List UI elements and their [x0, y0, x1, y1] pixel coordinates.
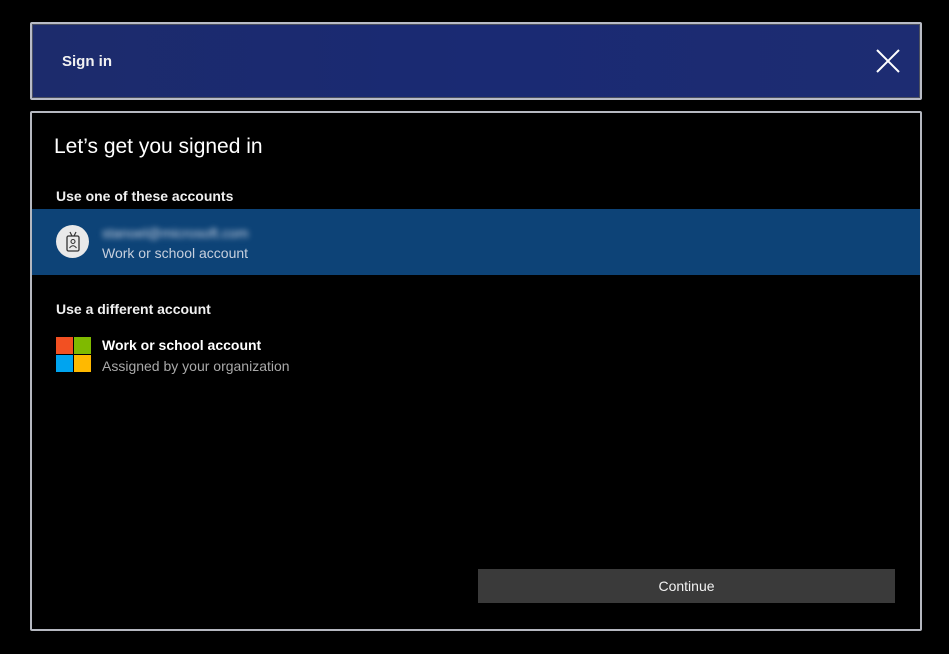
close-button[interactable] — [874, 47, 902, 75]
page-heading: Let’s get you signed in — [54, 135, 263, 158]
continue-button[interactable]: Continue — [478, 569, 895, 603]
avatar — [56, 225, 89, 258]
account-type: Work or school account — [102, 245, 249, 261]
microsoft-logo-icon — [56, 337, 91, 372]
existing-account-item[interactable]: stanoel@microsoft.com Work or school acc… — [32, 209, 920, 275]
sign-in-panel: Let’s get you signed in Use one of these… — [30, 111, 922, 631]
existing-accounts-label: Use one of these accounts — [56, 188, 234, 204]
window-title: Sign in — [62, 53, 112, 70]
option-subtitle: Assigned by your organization — [102, 358, 290, 374]
close-icon — [876, 49, 900, 73]
title-bar: Sign in — [30, 22, 922, 100]
option-title: Work or school account — [102, 337, 262, 353]
account-email: stanoel@microsoft.com — [102, 225, 249, 241]
badge-icon — [65, 231, 80, 252]
different-account-label: Use a different account — [56, 301, 211, 317]
work-school-account-option[interactable]: Work or school account Assigned by your … — [32, 335, 920, 379]
